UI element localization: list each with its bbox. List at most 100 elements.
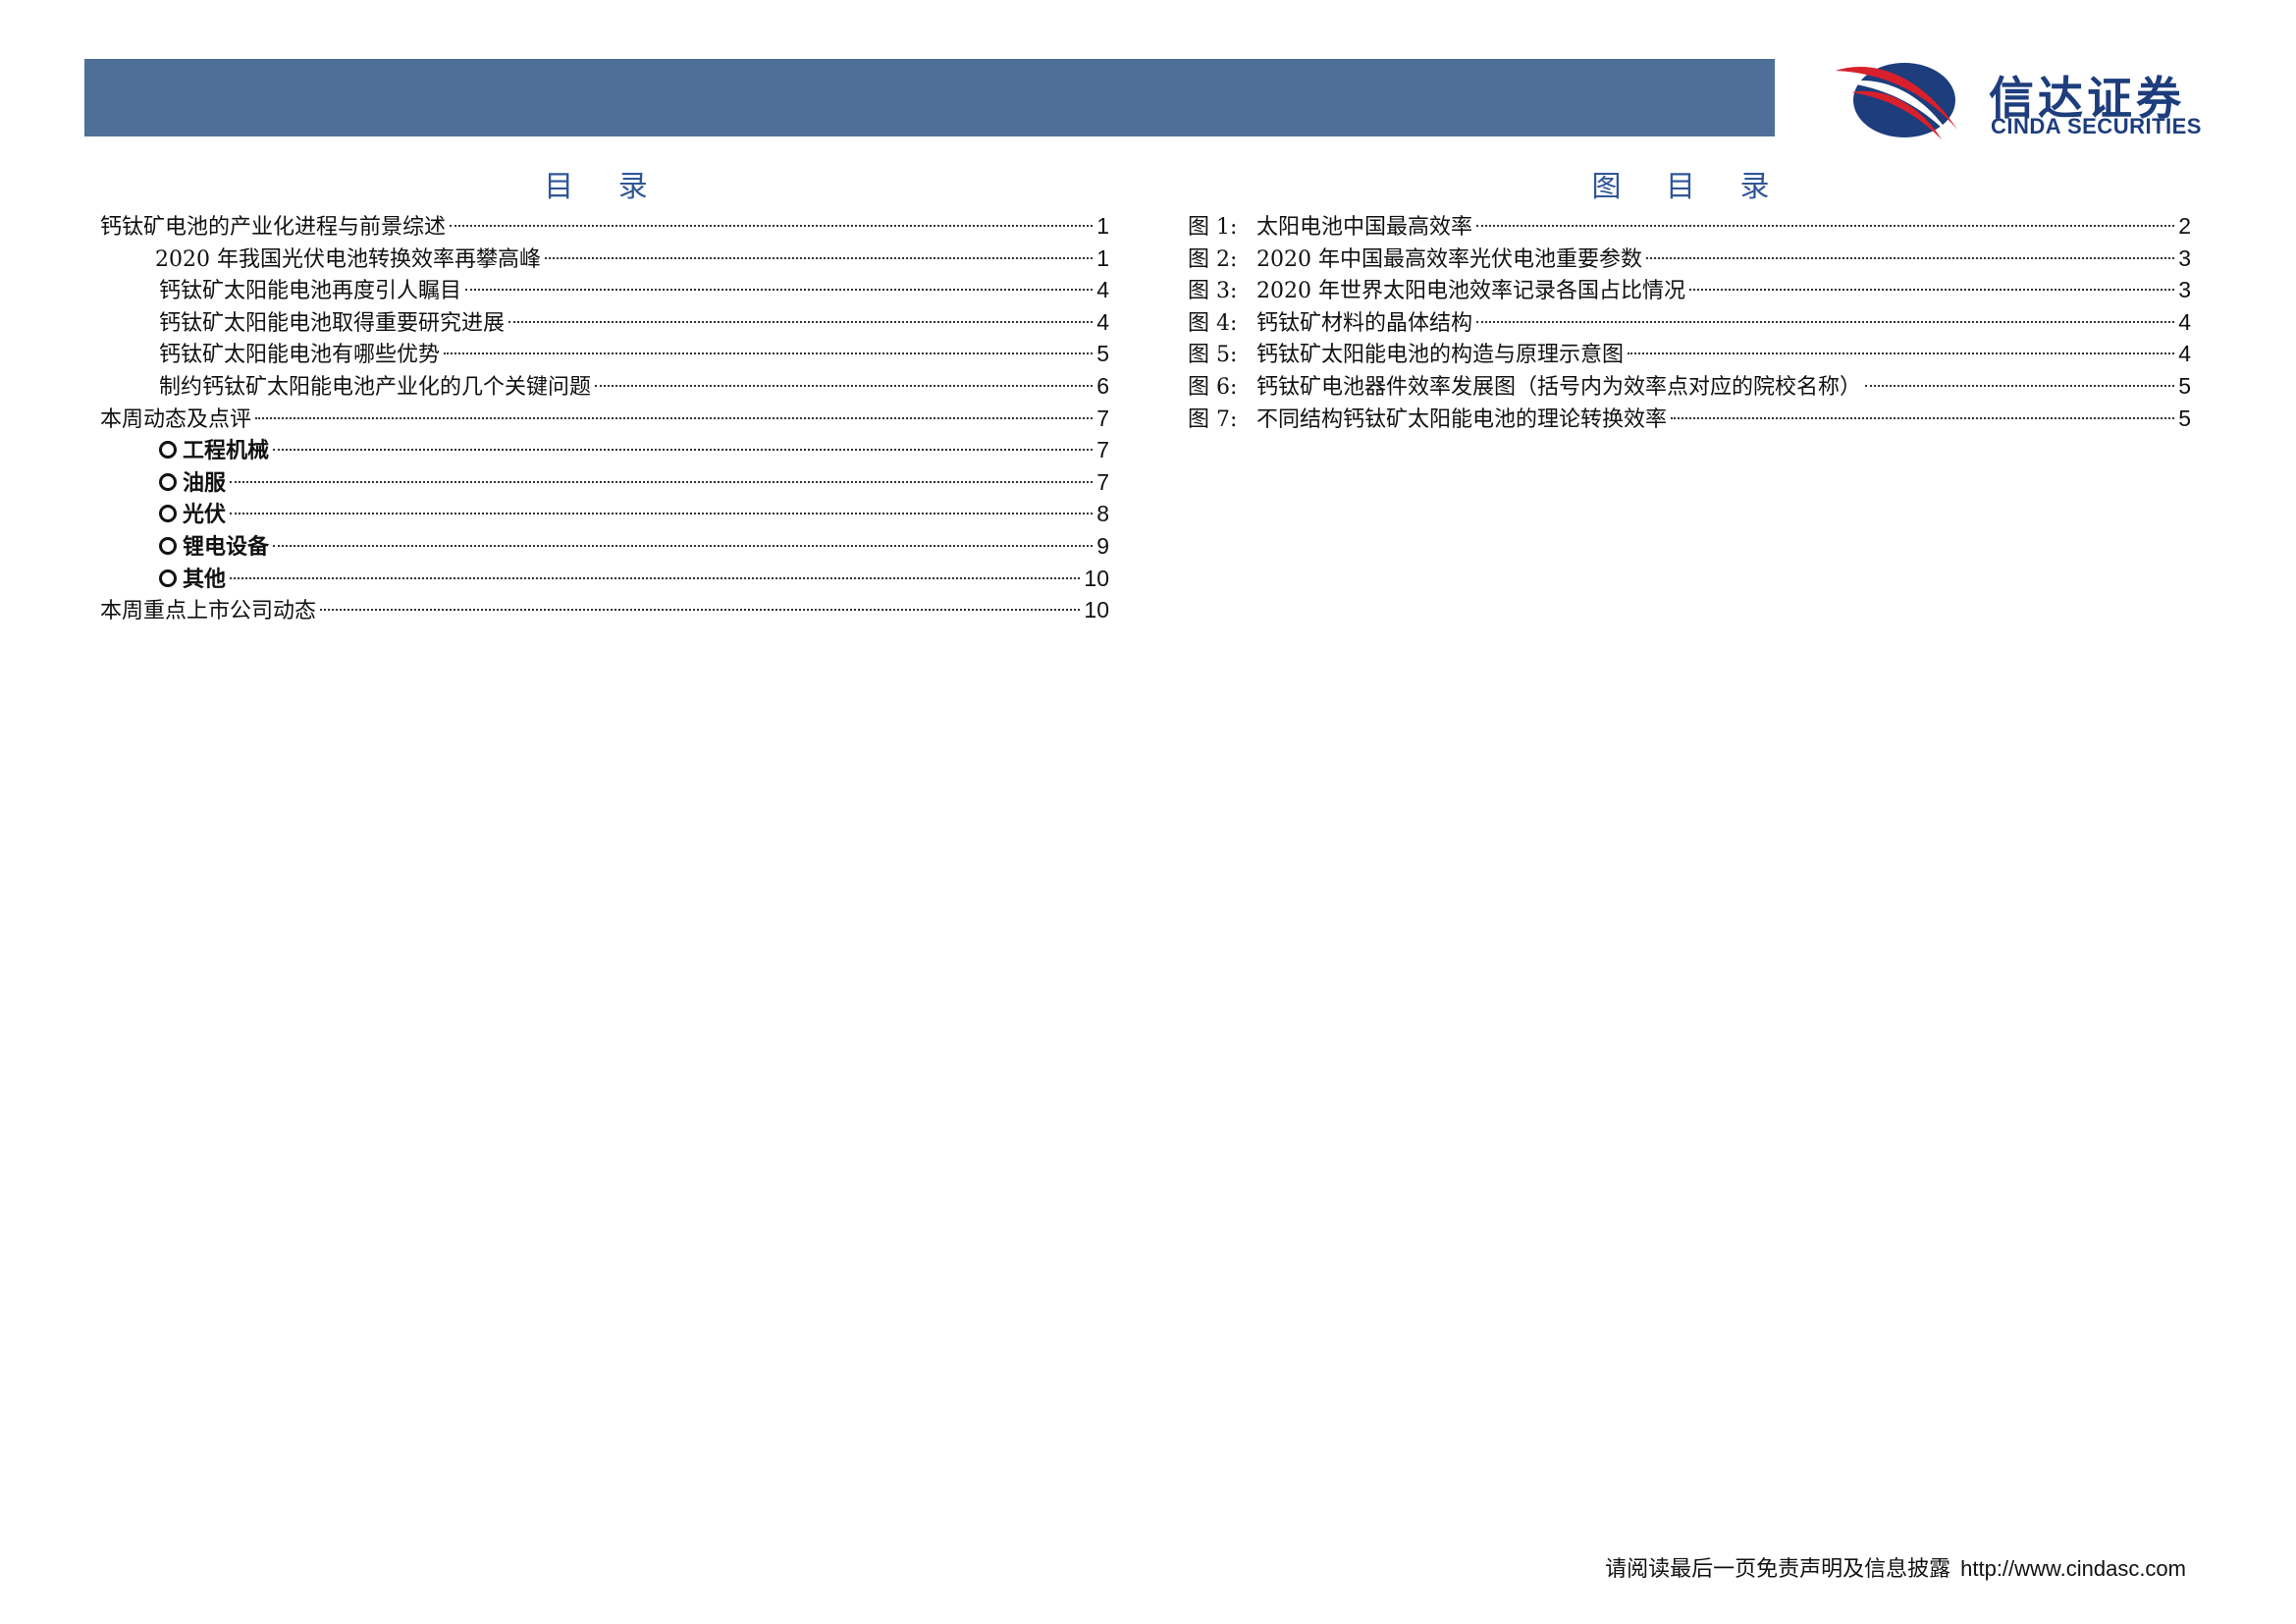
- toc-entry[interactable]: 本周重点上市公司动态 10: [100, 594, 1109, 626]
- dot-leader: [1671, 416, 2175, 419]
- toc-entry-page: 10: [1084, 565, 1109, 591]
- dot-leader: [1476, 225, 2175, 227]
- toc-entry-label: 其他: [183, 566, 227, 592]
- figure-entry-page: 5: [2178, 372, 2191, 399]
- dot-leader: [230, 576, 1081, 579]
- toc-entry-text: 制约钙钛矿太阳能电池产业化的几个关键问题: [159, 374, 592, 400]
- toc-entry-text: 2020 年我国光伏电池转换效率再攀高峰: [155, 246, 541, 272]
- toc-entry-page: 5: [1096, 341, 1109, 367]
- figure-label: 图 3:: [1188, 279, 1238, 304]
- company-logo: 信达证券 CINDA SECURITIES: [1832, 53, 2234, 143]
- bullet-icon: [159, 505, 177, 523]
- dot-leader: [255, 416, 1094, 419]
- logo-name-en: CINDA SECURITIES: [1991, 114, 2202, 138]
- toc-section: 目 录 钙钛矿电池的产业化进程与前景综述 1 2020 年我国光伏电池转换效率再…: [100, 165, 1109, 626]
- figure-label: 图 5:: [1188, 343, 1238, 368]
- figure-entry-text: 不同结构钙钛矿太阳能电池的理论转换效率: [1256, 406, 1668, 432]
- toc-entry-text: 本周重点上市公司动态: [100, 599, 317, 624]
- figure-entry[interactable]: 图 5: 钙钛矿太阳能电池的构造与原理示意图 4: [1188, 338, 2191, 370]
- toc-entry-page: 8: [1096, 501, 1109, 527]
- figure-label: 图 7:: [1188, 406, 1238, 432]
- figure-entry-page: 3: [2178, 277, 2191, 303]
- toc-entry[interactable]: 钙钛矿太阳能电池取得重要研究进展 4: [100, 306, 1109, 339]
- toc-title: 目 录: [544, 170, 666, 204]
- figure-entry-text: 2020 年世界太阳电池效率记录各国占比情况: [1256, 279, 1685, 304]
- dot-leader: [1476, 320, 2175, 323]
- toc-entry-page: 6: [1096, 372, 1109, 399]
- figure-entry[interactable]: 图 6: 钙钛矿电池器件效率发展图（括号内为效率点对应的院校名称） 5: [1188, 370, 2191, 403]
- figure-entry-text: 钙钛矿材料的晶体结构: [1256, 310, 1473, 336]
- figures-title: 图 目 录: [1591, 170, 1788, 204]
- toc-entry-label: 工程机械: [183, 438, 270, 464]
- toc-entry[interactable]: 锂电设备 9: [100, 530, 1109, 563]
- figure-entry-text: 太阳电池中国最高效率: [1256, 215, 1473, 240]
- dot-leader: [1645, 256, 2175, 259]
- toc-entry-text: 钙钛矿太阳能电池再度引人瞩目: [159, 279, 462, 304]
- toc-entry-page: 1: [1096, 213, 1109, 239]
- toc-entry-page: 9: [1096, 532, 1109, 559]
- toc-entry[interactable]: 钙钛矿太阳能电池有哪些优势 5: [100, 338, 1109, 370]
- toc-entry[interactable]: 2020 年我国光伏电池转换效率再攀高峰 1: [100, 243, 1109, 275]
- dot-leader: [595, 384, 1094, 387]
- figure-entry-text: 钙钛矿太阳能电池的构造与原理示意图: [1256, 343, 1625, 368]
- figure-label: 图 1:: [1188, 215, 1238, 240]
- bullet-icon: [159, 441, 177, 460]
- figure-entry-text: 2020 年中国最高效率光伏电池重要参数: [1256, 246, 1642, 272]
- figure-entry[interactable]: 图 1: 太阳电池中国最高效率 2: [1188, 210, 2191, 243]
- toc-entry-page: 4: [1096, 308, 1109, 335]
- figure-entry-page: 4: [2178, 308, 2191, 335]
- toc-entry[interactable]: 本周动态及点评 7: [100, 403, 1109, 435]
- bullet-icon: [159, 568, 177, 587]
- toc-entry-label: 油服: [183, 469, 227, 496]
- footer-url-link[interactable]: http://www.cindasc.com: [1960, 1556, 2186, 1581]
- toc-list: 钙钛矿电池的产业化进程与前景综述 1 2020 年我国光伏电池转换效率再攀高峰 …: [100, 210, 1109, 626]
- toc-entry-label: 光伏: [183, 502, 227, 528]
- dot-leader: [1688, 289, 2175, 292]
- dot-leader: [230, 513, 1094, 515]
- figure-entry[interactable]: 图 7: 不同结构钙钛矿太阳能电池的理论转换效率 5: [1188, 403, 2191, 435]
- dot-leader: [273, 449, 1094, 452]
- figure-entry[interactable]: 图 4: 钙钛矿材料的晶体结构 4: [1188, 306, 2191, 339]
- dot-leader: [444, 352, 1094, 355]
- dot-leader: [544, 256, 1094, 259]
- dot-leader: [465, 289, 1094, 292]
- figure-label: 图 2:: [1188, 246, 1238, 272]
- dot-leader: [1865, 384, 2175, 387]
- toc-entry-page: 7: [1096, 468, 1109, 495]
- toc-entry[interactable]: 光伏 8: [100, 498, 1109, 530]
- figure-label: 图 4:: [1188, 310, 1238, 336]
- dot-leader: [450, 225, 1094, 227]
- figure-entry-page: 3: [2178, 244, 2191, 271]
- footer-disclaimer: 请阅读最后一页免责声明及信息披露: [1605, 1557, 1951, 1582]
- dot-leader: [1628, 352, 2175, 355]
- figures-list: 图 1: 太阳电池中国最高效率 2 图 2: 2020 年中国最高效率光伏电池重…: [1188, 210, 2191, 434]
- toc-entry-text: 光伏: [159, 499, 226, 531]
- dot-leader: [273, 544, 1094, 547]
- toc-entry-page: 10: [1084, 597, 1109, 623]
- figure-entry-page: 4: [2178, 341, 2191, 367]
- dot-leader: [320, 609, 1081, 612]
- figure-entry-page: 5: [2178, 405, 2191, 431]
- figure-entry-page: 2: [2178, 213, 2191, 239]
- toc-entry[interactable]: 钙钛矿电池的产业化进程与前景综述 1: [100, 210, 1109, 243]
- figure-entry[interactable]: 图 3: 2020 年世界太阳电池效率记录各国占比情况 3: [1188, 274, 2191, 306]
- dot-leader: [230, 480, 1094, 483]
- toc-entry-text: 钙钛矿太阳能电池有哪些优势: [159, 343, 441, 368]
- toc-entry[interactable]: 油服 7: [100, 466, 1109, 499]
- toc-entry-text: 工程机械: [159, 435, 269, 467]
- figure-label: 图 6:: [1188, 374, 1238, 400]
- toc-entry[interactable]: 制约钙钛矿太阳能电池产业化的几个关键问题 6: [100, 370, 1109, 403]
- bullet-icon: [159, 536, 177, 555]
- toc-entry[interactable]: 其他 10: [100, 563, 1109, 595]
- toc-entry[interactable]: 钙钛矿太阳能电池再度引人瞩目 4: [100, 274, 1109, 306]
- toc-entry-page: 7: [1096, 437, 1109, 463]
- figure-entry-text: 钙钛矿电池器件效率发展图（括号内为效率点对应的院校名称）: [1256, 374, 1862, 400]
- toc-entry-text: 锂电设备: [159, 531, 269, 564]
- toc-entry-label: 锂电设备: [183, 533, 270, 560]
- toc-entry-page: 4: [1096, 277, 1109, 303]
- toc-entry[interactable]: 工程机械 7: [100, 434, 1109, 466]
- bullet-icon: [159, 472, 177, 491]
- figure-entry[interactable]: 图 2: 2020 年中国最高效率光伏电池重要参数 3: [1188, 243, 2191, 275]
- toc-entry-page: 7: [1096, 405, 1109, 431]
- toc-entry-text: 油服: [159, 467, 226, 500]
